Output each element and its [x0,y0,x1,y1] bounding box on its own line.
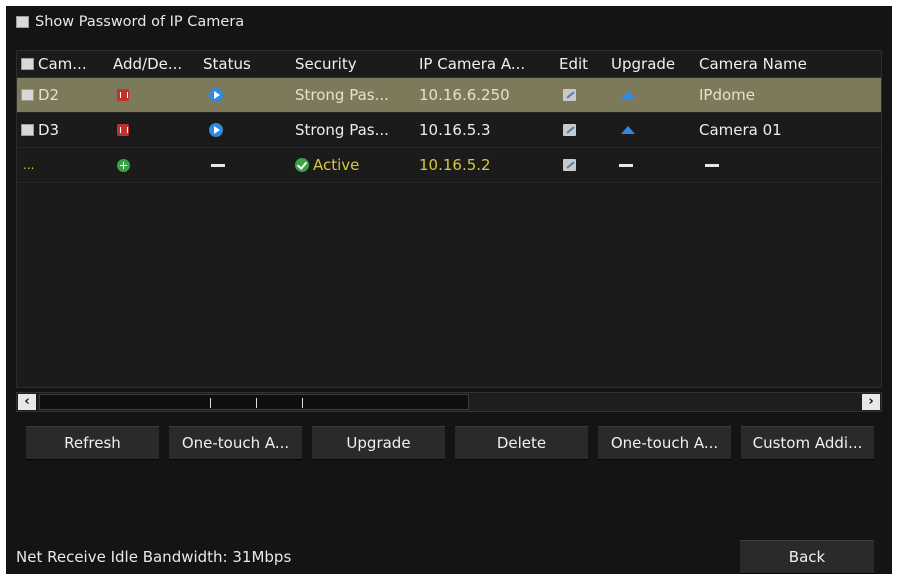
delete-icon[interactable] [117,124,129,136]
delete-icon[interactable] [117,89,129,101]
table-row[interactable]: D3 Strong Pas... 10.16.5.3 Camera 01 [17,113,881,148]
edit-icon[interactable] [563,89,576,101]
status-cell [199,163,291,167]
column-header-edit[interactable]: Edit [555,55,607,73]
edit-cell [555,159,607,171]
column-header-ip-address[interactable]: IP Camera A... [415,55,555,73]
add-cell [109,158,199,172]
one-touch-activate-button[interactable]: One-touch A... [169,426,302,460]
horizontal-scrollbar[interactable]: ‹ › [16,392,882,412]
camera-cell: D3 [17,121,109,139]
edit-cell [555,124,607,136]
table-header: Cam... Add/De... Status Security IP Came… [17,51,881,78]
security-cell: Strong Pas... [295,121,389,139]
delete-cell [109,124,199,136]
custom-add-button[interactable]: Custom Addi... [741,426,874,460]
status-none-dash [211,163,225,167]
camera-name-cell: Camera 01 [699,121,782,139]
scroll-right-chevron-icon[interactable]: › [862,394,880,410]
column-header-security[interactable]: Security [291,55,415,73]
status-online-icon [209,123,223,137]
scrollbar-grip [210,398,211,408]
scrollbar-thumb[interactable] [39,394,469,410]
upgrade-none-dash [619,163,633,167]
back-button[interactable]: Back [740,540,874,574]
column-header-camera[interactable]: Cam... [17,55,109,73]
camera-name-cell: IPdome [699,86,756,104]
refresh-button[interactable]: Refresh [26,426,159,460]
edit-cell [555,89,607,101]
status-cell [199,88,291,102]
upgrade-cell [607,91,695,99]
delete-button[interactable]: Delete [455,426,588,460]
row-checkbox[interactable] [21,124,34,136]
delete-cell [109,89,199,101]
upgrade-icon[interactable] [621,91,635,99]
security-cell: Active [291,156,415,174]
table-row[interactable]: ... Active 10.16.5.2 [17,148,881,183]
select-all-checkbox[interactable] [21,58,34,70]
column-header-status[interactable]: Status [199,55,291,73]
scrollbar-grip [256,398,257,408]
one-touch-add-button[interactable]: One-touch A... [598,426,731,460]
upgrade-cell [607,163,695,167]
upgrade-cell [607,126,695,134]
security-cell: Strong Pas... [295,86,389,104]
ip-address-cell: 10.16.6.250 [419,86,510,104]
upgrade-button[interactable]: Upgrade [312,426,445,460]
ip-camera-table: Cam... Add/De... Status Security IP Came… [16,50,882,388]
camera-name-cell [695,163,881,167]
camera-cell: D2 [17,86,109,104]
status-cell [199,123,291,137]
show-password-toggle[interactable]: Show Password of IP Camera [16,14,244,30]
scroll-left-chevron-icon[interactable]: ‹ [18,394,36,410]
show-password-label: Show Password of IP Camera [35,14,245,30]
action-buttons: Refresh One-touch A... Upgrade Delete On… [26,426,874,460]
column-header-camera-name[interactable]: Camera Name [695,55,881,73]
add-icon[interactable] [117,158,130,172]
column-header-upgrade[interactable]: Upgrade [607,55,695,73]
ip-camera-management-panel: Show Password of IP Camera Cam... Add/De… [6,6,892,574]
edit-icon[interactable] [563,159,576,171]
scrollbar-grip [302,398,303,408]
camera-cell: ... [23,158,35,172]
ip-address-cell: 10.16.5.3 [419,121,491,139]
bandwidth-status: Net Receive Idle Bandwidth: 31Mbps [16,548,292,566]
table-row[interactable]: D2 Strong Pas... 10.16.6.250 IPdome [17,78,881,113]
row-checkbox[interactable] [21,89,34,101]
camera-name-none-dash [705,163,719,167]
status-online-icon [209,88,223,102]
column-header-add-delete[interactable]: Add/De... [109,55,199,73]
ip-address-cell: 10.16.5.2 [419,156,491,174]
check-circle-icon [295,158,309,172]
show-password-checkbox[interactable] [16,16,29,28]
edit-icon[interactable] [563,124,576,136]
upgrade-icon[interactable] [621,126,635,134]
